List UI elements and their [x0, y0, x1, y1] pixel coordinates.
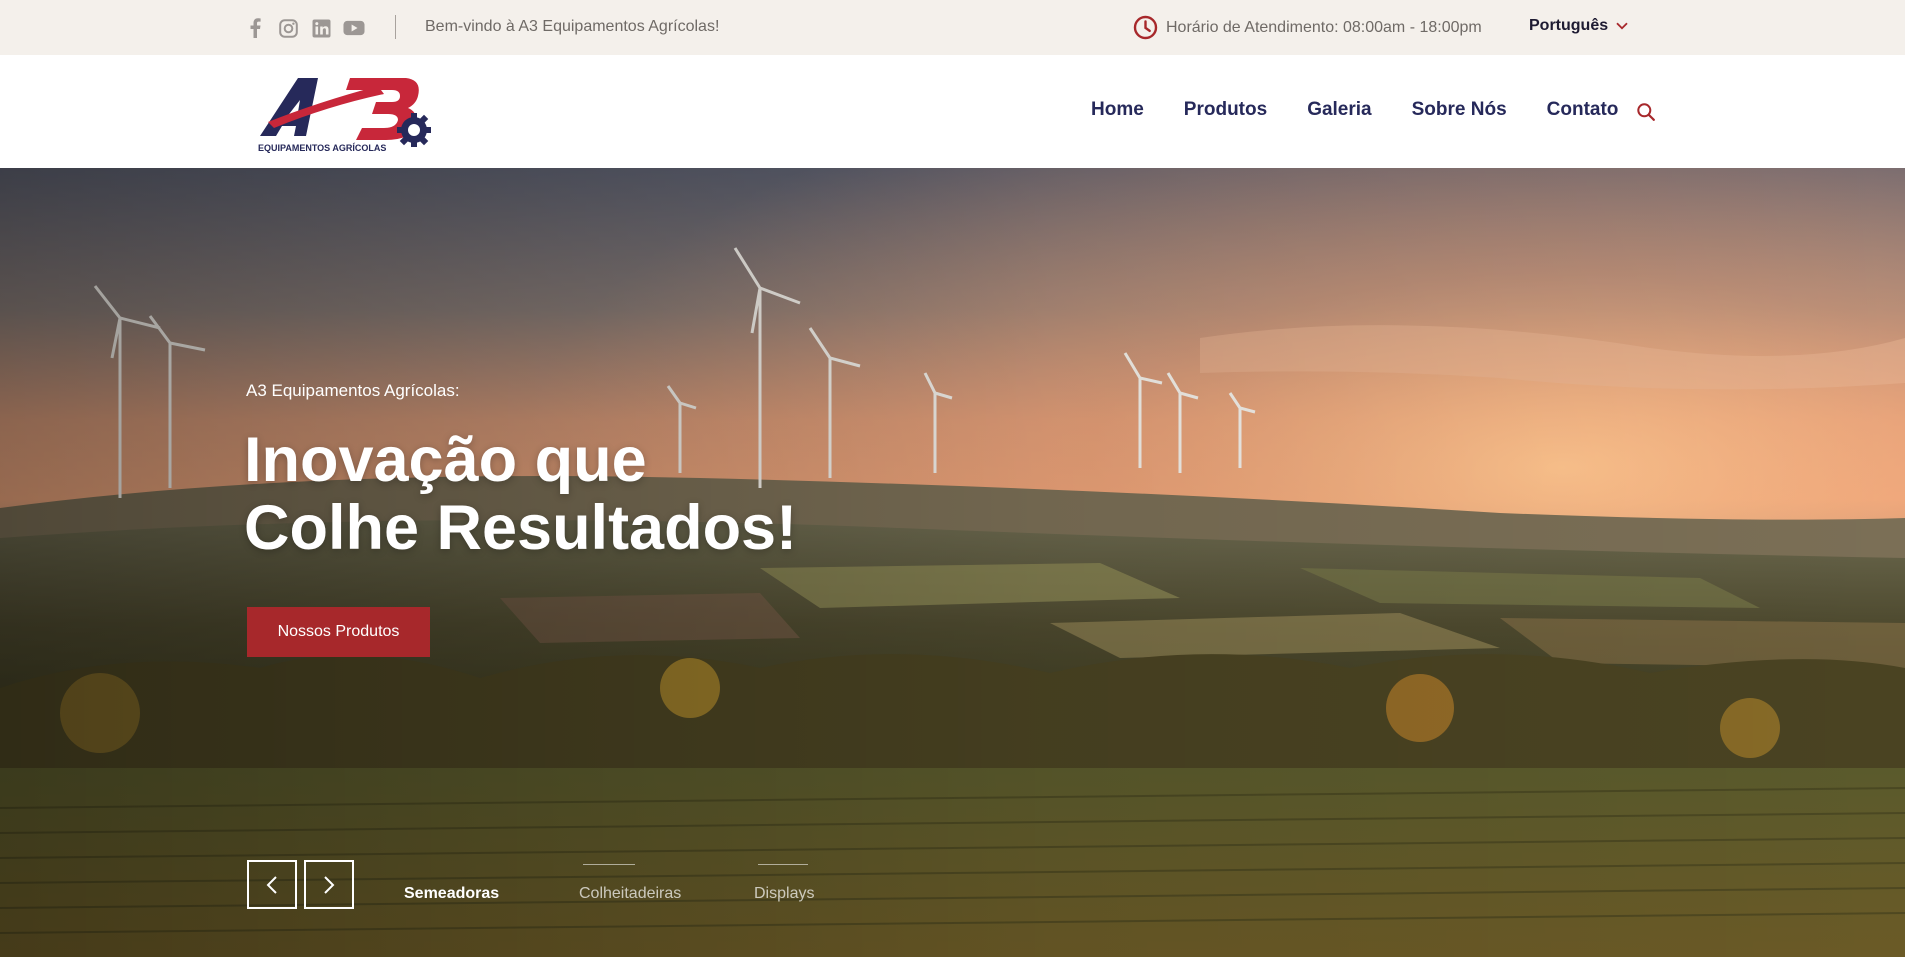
chevron-down-icon [1616, 22, 1628, 30]
slide-tab-indicator [583, 864, 635, 865]
language-label: Português [1529, 17, 1609, 34]
logo-tagline: EQUIPAMENTOS AGRÍCOLAS [258, 143, 386, 153]
slider-next-button[interactable] [304, 860, 354, 909]
nav-item-contato[interactable]: Contato [1547, 99, 1619, 121]
business-hours: Horário de Atendimento: 08:00am - 18:00p… [1133, 15, 1482, 40]
our-products-button[interactable]: Nossos Produtos [247, 607, 430, 657]
language-selector[interactable]: Português [1529, 16, 1628, 36]
welcome-text: Bem-vindo à A3 Equipamentos Agrícolas! [425, 18, 720, 35]
slide-tab-label: Semeadoras [404, 885, 500, 902]
slide-tab-label: Displays [754, 885, 815, 902]
main-nav: Home Produtos Galeria Sobre Nós Contato [1091, 99, 1618, 121]
chevron-left-icon [266, 875, 277, 894]
hero-subtitle: A3 Equipamentos Agrícolas: [246, 381, 460, 400]
hero-slider: A3 Equipamentos Agrícolas: Inovação que … [0, 168, 1905, 957]
youtube-icon[interactable] [343, 17, 365, 39]
site-header: EQUIPAMENTOS AGRÍCOLAS Home Produtos Gal… [0, 55, 1905, 168]
linkedin-icon[interactable] [310, 17, 332, 39]
instagram-icon[interactable] [277, 17, 299, 39]
nav-item-produtos[interactable]: Produtos [1184, 99, 1267, 121]
hero-title-line-1: Inovação que [244, 425, 647, 495]
nav-item-sobre-nos[interactable]: Sobre Nós [1412, 99, 1507, 121]
slide-tab-indicator [758, 864, 808, 865]
topbar-divider [395, 15, 396, 39]
social-links [244, 17, 376, 39]
clock-icon [1133, 15, 1158, 40]
search-icon[interactable] [1636, 102, 1656, 122]
hours-text: Horário de Atendimento: 08:00am - 18:00p… [1166, 18, 1482, 36]
slide-tab-label: Colheitadeiras [579, 885, 682, 902]
facebook-icon[interactable] [244, 17, 266, 39]
slider-prev-button[interactable] [247, 860, 297, 909]
nav-item-galeria[interactable]: Galeria [1307, 99, 1371, 121]
chevron-right-icon [324, 875, 335, 894]
hero-title-line-2: Colhe Resultados! [244, 493, 798, 563]
hero-title: Inovação que Colhe Resultados! [244, 426, 797, 562]
nav-item-home[interactable]: Home [1091, 99, 1144, 121]
a3-logo[interactable]: EQUIPAMENTOS AGRÍCOLAS [258, 72, 444, 154]
top-bar: Bem-vindo à A3 Equipamentos Agrícolas! H… [0, 0, 1905, 55]
